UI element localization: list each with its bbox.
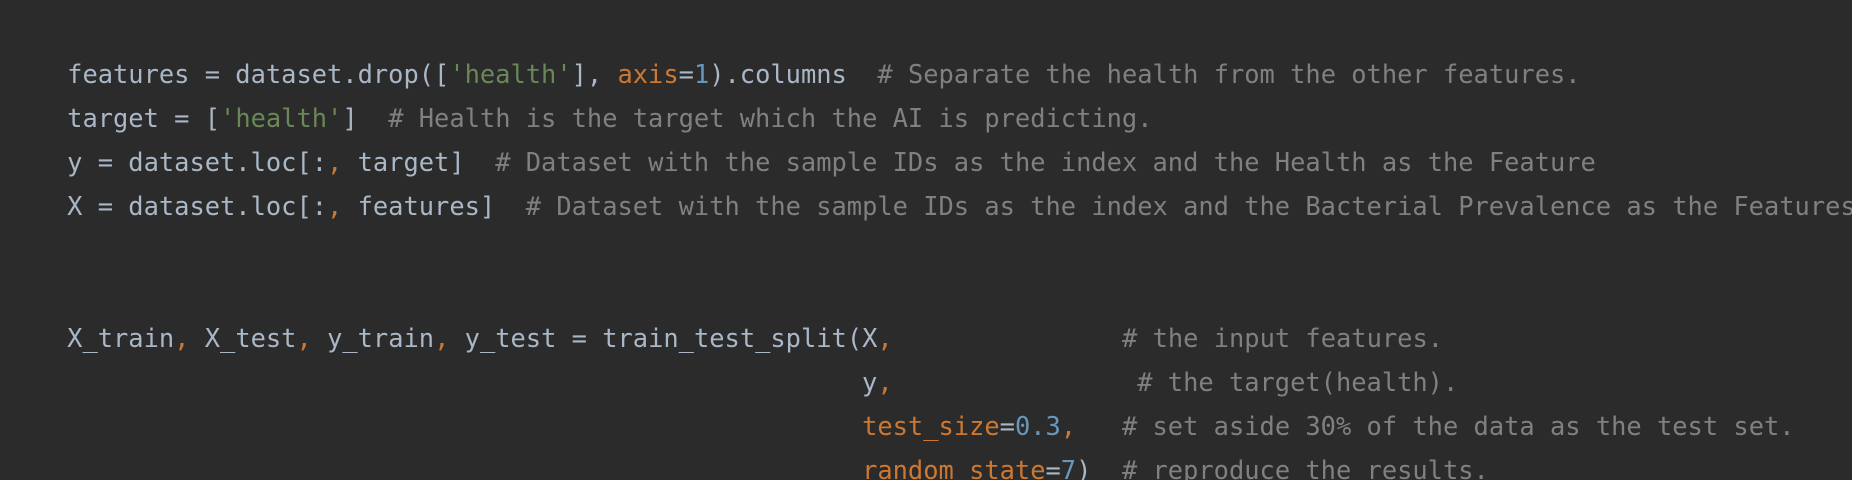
code-line-3[interactable]: y = dataset.loc[:, target] # Dataset wit…: [6, 96, 1596, 177]
code-comment: # reproduce the results.: [1121, 455, 1489, 480]
number-literal: 7: [1060, 455, 1077, 480]
code-token: X = dataset.loc[:: [67, 191, 328, 221]
code-editor[interactable]: features = dataset.drop(['health'], axis…: [0, 0, 1852, 480]
code-line-8[interactable]: y, # the target(health).: [6, 316, 1458, 397]
code-line-2[interactable]: target = ['health'] # Health is the targ…: [6, 52, 1152, 133]
code-line-7[interactable]: X_train, X_test, y_train, y_test = train…: [6, 272, 1443, 353]
code-line-10[interactable]: random_state=7) # reproduce the results.: [6, 404, 1489, 480]
code-comment: # Dataset with the sample IDs as the ind…: [525, 191, 1852, 221]
code-token: =: [1045, 455, 1061, 480]
code-token: ): [1076, 455, 1122, 480]
code-line-1[interactable]: features = dataset.drop(['health'], axis…: [6, 8, 1580, 89]
comma-token: ,: [327, 191, 343, 221]
code-line-4[interactable]: X = dataset.loc[:, features] # Dataset w…: [6, 140, 1852, 221]
keyword-argument: random_state: [862, 455, 1046, 480]
code-token: features]: [342, 191, 526, 221]
code-line-9[interactable]: test_size=0.3, # set aside 30% of the da…: [6, 360, 1795, 441]
